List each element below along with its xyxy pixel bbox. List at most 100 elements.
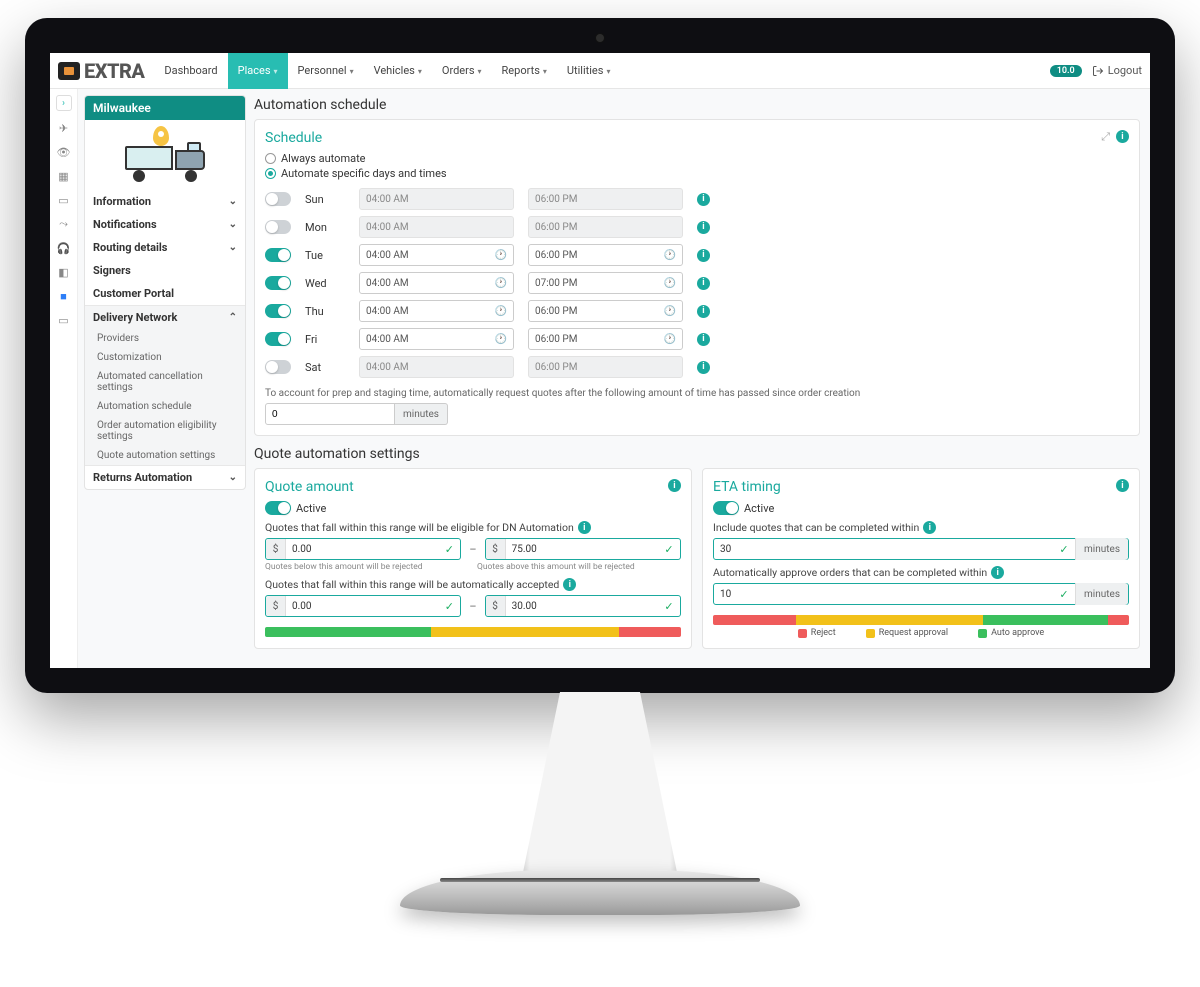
range-max-input[interactable]: $75.00✓ — [485, 538, 681, 560]
end-time-input[interactable]: 06:00 PM🕐 — [528, 244, 683, 266]
end-time-input: 06:00 PM — [528, 356, 683, 378]
eta-include-input[interactable]: 30✓minutes — [713, 538, 1129, 560]
app-screen: EXTRA Dashboard Places Personnel Vehicle… — [50, 53, 1150, 668]
dn-quote-settings[interactable]: Quote automation settings — [85, 446, 245, 465]
clock-icon: 🕐 — [664, 306, 676, 317]
check-icon: ✓ — [438, 600, 460, 613]
eta-approve-input[interactable]: 10✓minutes — [713, 583, 1129, 605]
radio-always[interactable]: Always automate — [265, 152, 1129, 165]
info-icon[interactable]: i — [668, 479, 681, 492]
quote-active-toggle[interactable] — [265, 501, 291, 515]
rail-eye-icon[interactable]: 👁 — [57, 145, 71, 159]
day-toggle-sun[interactable] — [265, 192, 291, 206]
end-time-input[interactable]: 07:00 PM🕐 — [528, 272, 683, 294]
chevron-down-icon: ⌄ — [229, 219, 237, 230]
dn-providers[interactable]: Providers — [85, 329, 245, 348]
logout-button[interactable]: Logout — [1092, 64, 1142, 77]
start-time-input[interactable]: 04:00 AM🕐 — [359, 328, 514, 350]
eta-include-help: Include quotes that can be completed wit… — [713, 521, 919, 534]
end-time-input[interactable]: 06:00 PM🕐 — [528, 300, 683, 322]
accept-help: Quotes that fall within this range will … — [265, 578, 559, 591]
accept-min-input[interactable]: $0.00✓ — [265, 595, 461, 617]
info-icon[interactable]: i — [697, 305, 710, 318]
info-icon[interactable]: i — [578, 521, 591, 534]
info-icon[interactable]: i — [563, 578, 576, 591]
dn-customization[interactable]: Customization — [85, 348, 245, 367]
dn-order-eligibility[interactable]: Order automation eligibility settings — [85, 416, 245, 446]
day-label: Mon — [305, 221, 333, 234]
dn-auto-cancel[interactable]: Automated cancellation settings — [85, 367, 245, 397]
info-icon[interactable]: i — [1116, 130, 1129, 143]
day-toggle-fri[interactable] — [265, 332, 291, 346]
info-icon[interactable]: i — [697, 333, 710, 346]
info-icon[interactable]: i — [697, 249, 710, 262]
info-icon[interactable]: i — [697, 221, 710, 234]
page-title: Automation schedule — [254, 97, 1140, 113]
rail-building-icon[interactable]: ▦ — [57, 169, 71, 183]
chevron-up-icon: ⌃ — [229, 312, 237, 323]
sidebar-item-customer-portal[interactable]: Customer Portal — [85, 282, 245, 305]
sidebar-item-routing[interactable]: Routing details⌄ — [85, 236, 245, 259]
rail-headset-icon[interactable]: 🎧 — [57, 241, 71, 255]
rail-video-icon[interactable]: ■ — [57, 289, 71, 303]
nav-vehicles[interactable]: Vehicles — [364, 53, 432, 89]
sidebar-item-returns[interactable]: Returns Automation⌄ — [85, 466, 245, 489]
sidebar-item-notifications[interactable]: Notifications⌄ — [85, 213, 245, 236]
monitor-stand-base — [400, 870, 800, 915]
sidebar-item-delivery-network[interactable]: Delivery Network⌃ — [85, 306, 245, 329]
nav-personnel[interactable]: Personnel — [288, 53, 364, 89]
info-icon[interactable]: i — [697, 361, 710, 374]
brand-text: EXTRA — [84, 59, 144, 83]
chevron-down-icon: ⌄ — [229, 472, 237, 483]
end-time-input[interactable]: 06:00 PM🕐 — [528, 328, 683, 350]
info-icon[interactable]: i — [697, 277, 710, 290]
side-panel: Milwaukee Information⌄ Notifications⌄ Ro… — [78, 89, 252, 668]
day-toggle-mon[interactable] — [265, 220, 291, 234]
dn-automation-schedule[interactable]: Automation schedule — [85, 397, 245, 416]
day-toggle-thu[interactable] — [265, 304, 291, 318]
range-min-input[interactable]: $0.00✓ — [265, 538, 461, 560]
start-time-input[interactable]: 04:00 AM🕐 — [359, 272, 514, 294]
day-toggle-tue[interactable] — [265, 248, 291, 262]
start-time-input: 04:00 AM — [359, 356, 514, 378]
day-toggle-sat[interactable] — [265, 360, 291, 374]
rail-chart-icon[interactable]: ⤳ — [57, 217, 71, 231]
eta-legend-bar — [713, 615, 1129, 625]
start-time-input: 04:00 AM — [359, 188, 514, 210]
nav-utilities[interactable]: Utilities — [557, 53, 621, 89]
info-icon[interactable]: i — [697, 193, 710, 206]
rail-bookmark-icon[interactable]: ◧ — [57, 265, 71, 279]
sidebar-item-information[interactable]: Information⌄ — [85, 190, 245, 213]
hint-low: Quotes below this amount will be rejecte… — [265, 562, 469, 572]
delay-help: To account for prep and staging time, au… — [265, 388, 1129, 399]
sidebar-item-signers[interactable]: Signers — [85, 259, 245, 282]
nav-reports[interactable]: Reports — [492, 53, 557, 89]
rail-expand-icon[interactable]: › — [56, 95, 72, 111]
check-icon: ✓ — [658, 543, 680, 556]
pin-icon[interactable]: ⤢ — [1101, 130, 1110, 144]
rail-card-icon[interactable]: ▭ — [57, 313, 71, 327]
end-time-input: 06:00 PM — [528, 216, 683, 238]
start-time-input[interactable]: 04:00 AM🕐 — [359, 300, 514, 322]
day-toggle-wed[interactable] — [265, 276, 291, 290]
info-icon[interactable]: i — [991, 566, 1004, 579]
radio-specific[interactable]: Automate specific days and times — [265, 167, 1129, 180]
eta-card: i ETA timing Active Include quotes that … — [702, 468, 1140, 649]
quote-range-bar — [265, 627, 681, 637]
main-content: Automation schedule ⤢ i Schedule Always … — [252, 89, 1150, 668]
camera-dot — [595, 33, 605, 43]
nav-orders[interactable]: Orders — [432, 53, 492, 89]
clock-icon: 🕐 — [495, 306, 507, 317]
rail-laptop-icon[interactable]: ▭ — [57, 193, 71, 207]
nav-dashboard[interactable]: Dashboard — [154, 53, 227, 89]
nav-places[interactable]: Places — [228, 53, 288, 89]
info-icon[interactable]: i — [923, 521, 936, 534]
eta-active-toggle[interactable] — [713, 501, 739, 515]
accept-max-input[interactable]: $30.00✓ — [485, 595, 681, 617]
delay-input[interactable] — [265, 403, 395, 425]
info-icon[interactable]: i — [1116, 479, 1129, 492]
brand-logo[interactable]: EXTRA — [58, 59, 144, 83]
start-time-input[interactable]: 04:00 AM🕐 — [359, 244, 514, 266]
day-label: Thu — [305, 305, 333, 318]
rail-send-icon[interactable]: ✈ — [57, 121, 71, 135]
